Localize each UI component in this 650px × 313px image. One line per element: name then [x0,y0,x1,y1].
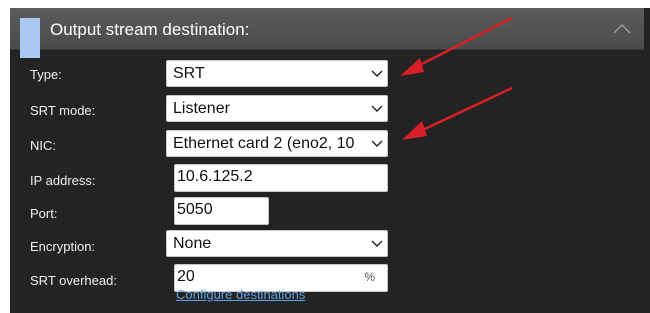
port-input[interactable]: 5050 [174,197,269,225]
ip-address-input[interactable]: 10.6.125.2 [174,164,388,192]
nic-value: Ethernet card 2 (eno2, 10 [173,135,355,152]
type-value: SRT [173,65,205,82]
chevron-down-icon [371,70,383,77]
percent-unit: % [364,270,375,284]
panel-header[interactable]: Output stream destination: [10,8,644,58]
srt-mode-label: SRT mode: [30,103,96,118]
srt-mode-value: Listener [173,100,230,117]
srt-mode-select[interactable]: Listener [166,95,388,122]
type-label: Type: [30,67,62,82]
port-label: Port: [30,206,58,221]
srt-overhead-label: SRT overhead: [30,273,117,288]
port-value: 5050 [177,201,213,218]
nic-label: NIC: [30,138,56,153]
chevron-down-icon [371,105,383,112]
srt-overhead-value: 20 [177,268,195,285]
panel-title: Output stream destination: [50,20,250,39]
configure-destinations-link[interactable]: Configure destinations [176,287,305,302]
type-select[interactable]: SRT [166,60,388,87]
encryption-select[interactable]: None [166,230,388,257]
header-accent [20,18,40,58]
chevron-down-icon [371,140,383,147]
encryption-value: None [173,235,212,252]
ip-address-value: 10.6.125.2 [177,168,253,185]
ip-address-label: IP address: [30,173,96,188]
encryption-label: Encryption: [30,239,96,254]
chevron-down-icon [371,240,383,247]
chevron-up-icon[interactable] [613,24,631,34]
nic-select[interactable]: Ethernet card 2 (eno2, 10 [166,130,388,157]
